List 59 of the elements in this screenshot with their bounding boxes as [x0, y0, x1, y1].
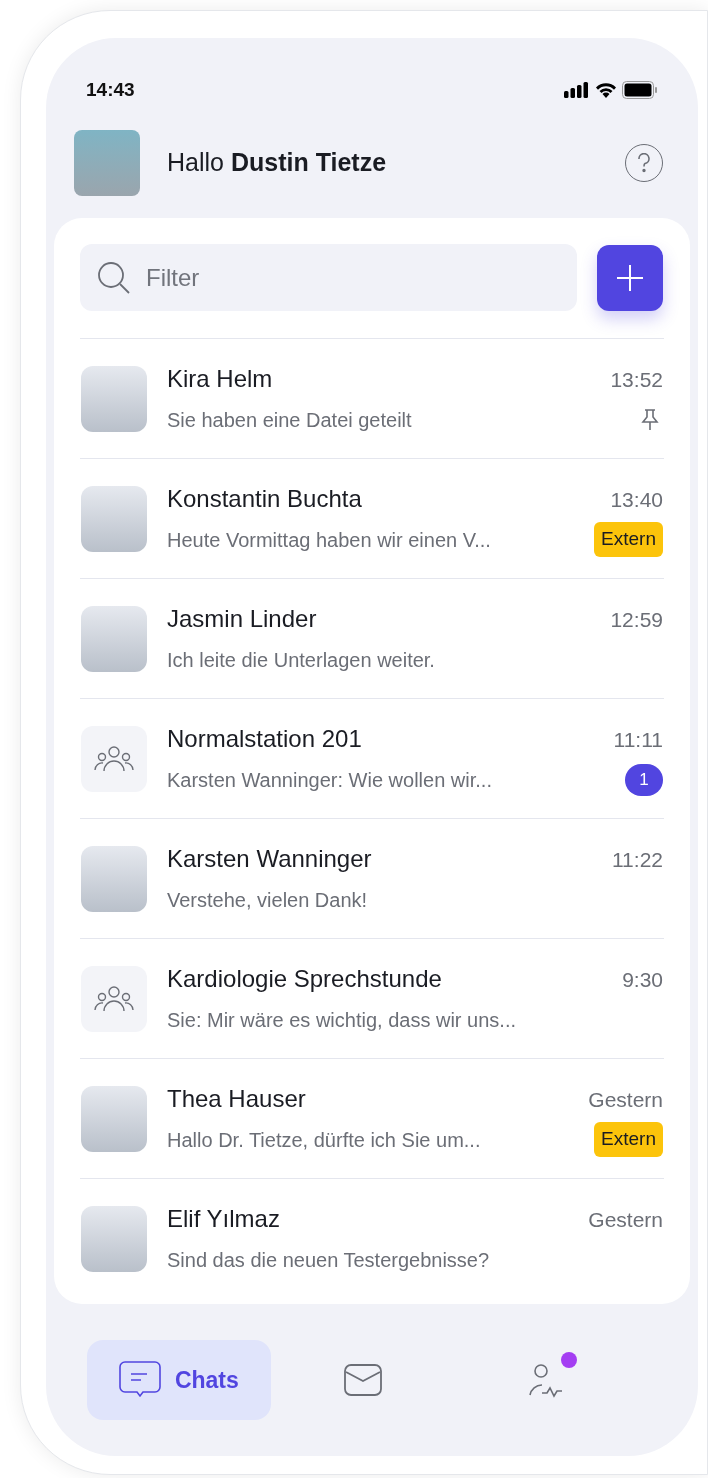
chat-icon	[118, 1361, 161, 1399]
message-preview: Verstehe, vielen Dank!	[167, 887, 368, 913]
message-time: 11:22	[612, 846, 663, 873]
message-preview: Heute Vormittag haben wir einen V...	[167, 527, 491, 553]
chat-row[interactable]: Jasmin Linder 12:59 Ich leite die Unterlagen weiter.	[80, 578, 664, 698]
add-button[interactable]	[597, 244, 663, 311]
message-time: 13:40	[610, 486, 663, 513]
avatar-photo-placeholder	[81, 485, 147, 552]
contact-name: Kardiologie Sprechstunde	[167, 963, 442, 994]
unread-count: 1	[625, 763, 663, 796]
message-time: 9:30	[622, 966, 663, 993]
search-input[interactable]: Filter	[146, 259, 561, 296]
signal-icon	[564, 82, 590, 98]
contact-name: Thea Hauser	[167, 1083, 306, 1114]
avatar-photo-placeholder	[81, 845, 147, 912]
message-preview: Hallo Dr. Tietze, dürfte ich Sie um...	[167, 1127, 481, 1153]
group-icon	[94, 744, 134, 773]
search-field[interactable]: Filter	[80, 244, 577, 311]
group-icon	[94, 984, 134, 1013]
message-time: 13:52	[610, 366, 663, 393]
message-time: 12:59	[610, 606, 663, 633]
avatar-photo-placeholder	[81, 1205, 147, 1272]
chat-row[interactable]: Kardiologie Sprechstunde 9:30 Sie: Mir wäre es wichtig, dass wir uns...	[80, 938, 664, 1058]
chat-row[interactable]: Kira Helm 13:52 Sie haben eine Datei geteilt	[80, 338, 664, 458]
extern-tag: Extern	[594, 1122, 663, 1157]
chat-row[interactable]: Karsten Wanninger 11:22 Verstehe, vielen Dank!	[80, 818, 664, 938]
message-preview: Ich leite die Unterlagen weiter.	[167, 647, 435, 673]
contact-name: Elif Yılmaz	[167, 1203, 280, 1234]
message-time: Gestern	[588, 1206, 663, 1233]
message-preview: Sie haben eine Datei geteilt	[167, 407, 412, 433]
contact-name: Kira Helm	[167, 363, 273, 394]
avatar-photo-placeholder	[81, 605, 147, 672]
status-time: 14:43	[86, 77, 135, 102]
chat-row[interactable]: Normalstation 201 11:11 Karsten Wanninger: Wie wollen wir... 1	[80, 698, 664, 818]
battery-icon	[622, 81, 658, 99]
avatar-photo-placeholder	[81, 1085, 147, 1152]
greeting: Hallo Dustin Tietze	[167, 147, 387, 179]
chat-row[interactable]: Konstantin Buchta 13:40 Heute Vormittag haben wir einen V... Extern	[80, 458, 664, 578]
person-pulse-icon	[528, 1361, 565, 1399]
mail-icon	[343, 1364, 382, 1396]
help-icon	[637, 153, 651, 173]
avatar-photo-placeholder	[81, 365, 147, 432]
chat-row[interactable]: Elif Yılmaz Gestern Sind das die neuen Testergebnisse?	[80, 1178, 664, 1298]
message-preview: Sie: Mir wäre es wichtig, dass wir uns...	[167, 1007, 516, 1033]
message-time: Gestern	[588, 1086, 663, 1113]
user-photo-placeholder	[74, 130, 140, 196]
contact-name: Jasmin Linder	[167, 603, 317, 634]
extern-tag: Extern	[594, 522, 663, 557]
contact-name: Konstantin Buchta	[167, 483, 362, 514]
contact-name: Karsten Wanninger	[167, 843, 372, 874]
message-preview: Karsten Wanninger: Wie wollen wir...	[167, 767, 492, 793]
chat-row[interactable]: Thea Hauser Gestern Hallo Dr. Tietze, dürfte ich Sie um... Extern	[80, 1058, 664, 1178]
chats-tab[interactable]: Chats	[87, 1340, 271, 1420]
message-preview: Sind das die neuen Testergebnisse?	[167, 1247, 490, 1273]
plus-icon	[616, 263, 644, 292]
wifi-icon	[595, 82, 617, 98]
contact-name: Normalstation 201	[167, 723, 362, 754]
message-time: 11:11	[613, 726, 663, 753]
search-icon	[96, 259, 132, 296]
